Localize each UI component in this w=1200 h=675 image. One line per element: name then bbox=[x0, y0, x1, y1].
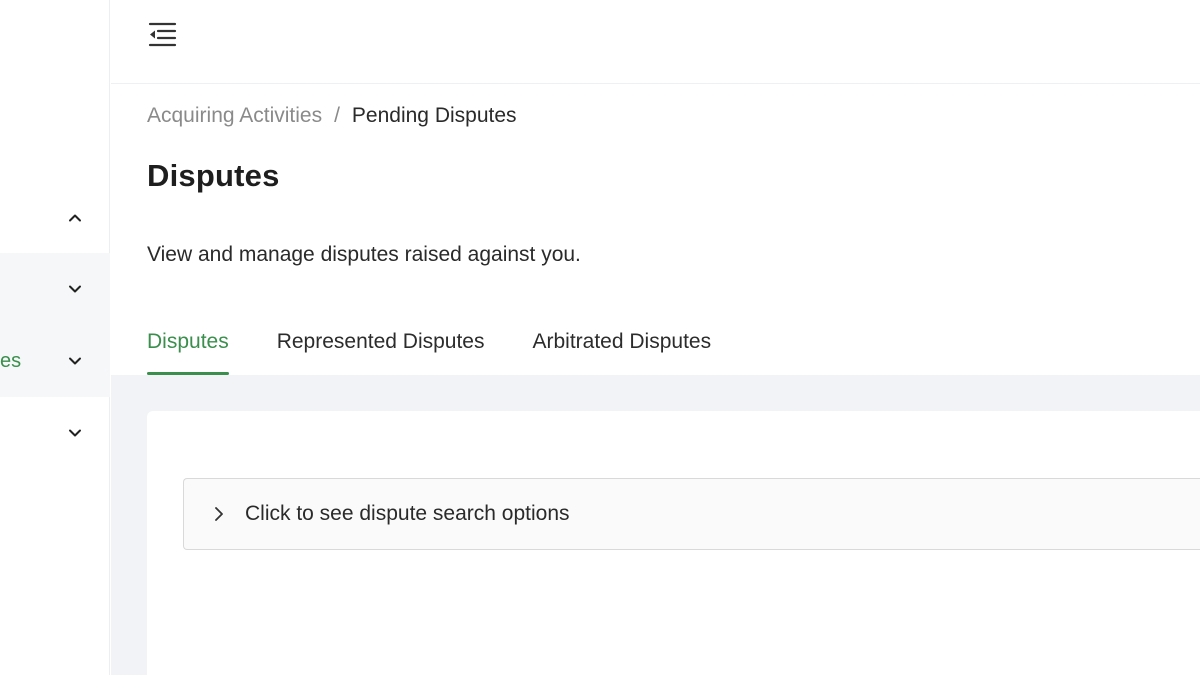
breadcrumb-separator: / bbox=[334, 104, 340, 127]
breadcrumb-parent-link[interactable]: Acquiring Activities bbox=[147, 104, 322, 128]
tab-disputes[interactable]: Disputes bbox=[147, 330, 229, 375]
sidebar: es bbox=[0, 0, 110, 675]
sidebar-item-label: es bbox=[0, 349, 22, 372]
chevron-down-icon bbox=[66, 280, 84, 298]
chevron-down-icon bbox=[66, 352, 84, 370]
sidebar-item-4[interactable] bbox=[0, 397, 110, 469]
top-bar bbox=[111, 0, 1200, 84]
tab-represented-disputes[interactable]: Represented Disputes bbox=[277, 330, 485, 375]
search-options-toggle[interactable]: Click to see dispute search options bbox=[183, 478, 1200, 550]
collapse-menu-icon[interactable] bbox=[147, 21, 177, 49]
page-title: Disputes bbox=[147, 158, 280, 193]
sidebar-item-1[interactable] bbox=[0, 182, 110, 254]
sidebar-item-3[interactable]: es bbox=[0, 325, 110, 397]
sidebar-item-2[interactable] bbox=[0, 253, 110, 325]
chevron-up-icon bbox=[66, 209, 84, 227]
breadcrumb: Acquiring Activities / Pending Disputes bbox=[147, 104, 517, 128]
chevron-right-icon bbox=[210, 504, 228, 524]
search-options-label: Click to see dispute search options bbox=[245, 502, 570, 525]
chevron-down-icon bbox=[66, 424, 84, 442]
breadcrumb-current: Pending Disputes bbox=[351, 104, 517, 127]
tab-bar: Disputes Represented Disputes Arbitrated… bbox=[147, 330, 711, 375]
page-description: View and manage disputes raised against … bbox=[147, 243, 581, 266]
tab-arbitrated-disputes[interactable]: Arbitrated Disputes bbox=[533, 330, 712, 375]
